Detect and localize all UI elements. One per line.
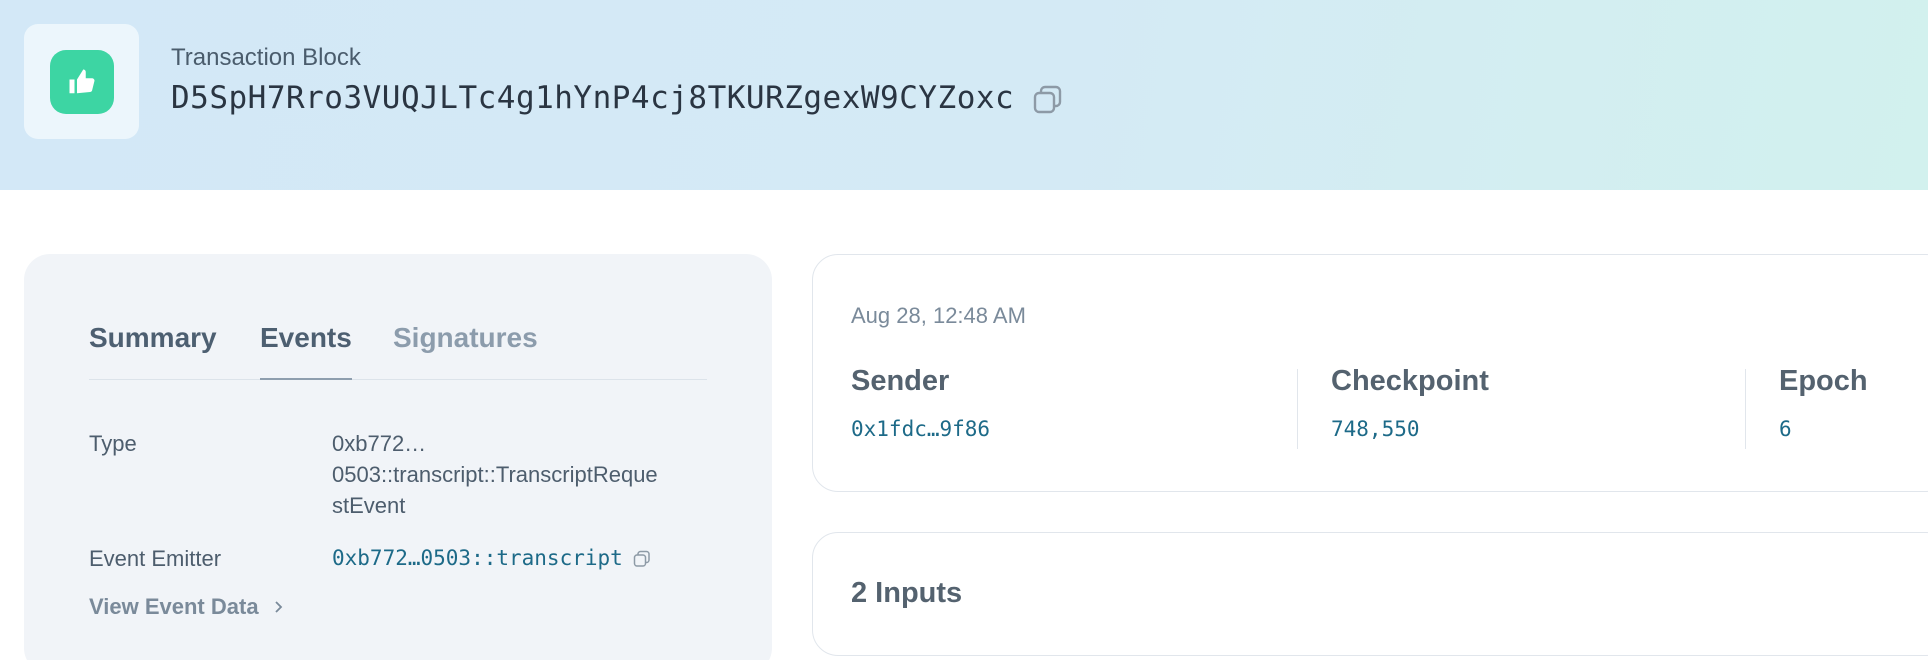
sender-link[interactable]: 0x1fdc…9f86 bbox=[851, 417, 990, 441]
sender-label: Sender bbox=[851, 365, 950, 397]
view-event-data-label: View Event Data bbox=[89, 594, 259, 619]
thumbs-up-icon bbox=[69, 69, 95, 94]
status-success-badge bbox=[50, 50, 114, 114]
divider bbox=[1745, 369, 1746, 449]
events-panel: Summary Events Signatures Type 0xb772… 0… bbox=[24, 254, 772, 660]
chevron-right-icon bbox=[274, 601, 282, 613]
tab-bar: Summary Events Signatures bbox=[89, 316, 707, 380]
event-type-value: 0xb772… 0503::transcript::TranscriptRequ… bbox=[332, 428, 732, 521]
page-header: Transaction Block D5SpH7Rro3VUQJLTc4g1hY… bbox=[0, 0, 1928, 190]
copy-icon[interactable] bbox=[1032, 84, 1064, 116]
timestamp: Aug 28, 12:48 AM bbox=[851, 303, 1026, 328]
event-type-label: Type bbox=[89, 431, 137, 456]
transaction-info-card: Aug 28, 12:48 AM Sender 0x1fdc…9f86 Chec… bbox=[812, 254, 1928, 492]
divider bbox=[1297, 369, 1298, 449]
tab-summary[interactable]: Summary bbox=[89, 316, 217, 380]
inputs-title: 2 Inputs bbox=[851, 577, 963, 609]
event-emitter-row: 0xb772…0503::transcript bbox=[332, 543, 732, 574]
tab-signatures[interactable]: Signatures bbox=[393, 316, 538, 380]
checkpoint-link[interactable]: 748,550 bbox=[1331, 417, 1420, 441]
event-type-line-3: stEvent bbox=[332, 493, 406, 518]
epoch-link[interactable]: 6 bbox=[1779, 417, 1792, 441]
event-emitter-label: Event Emitter bbox=[89, 546, 222, 571]
view-event-data-link[interactable]: View Event Data bbox=[89, 594, 283, 620]
copy-icon[interactable] bbox=[633, 550, 651, 568]
tab-events[interactable]: Events bbox=[260, 316, 352, 380]
checkpoint-label: Checkpoint bbox=[1331, 365, 1489, 397]
epoch-label: Epoch bbox=[1779, 365, 1868, 397]
status-tile bbox=[24, 24, 139, 139]
tx-label: Transaction Block bbox=[171, 44, 361, 71]
tx-id: D5SpH7Rro3VUQJLTc4g1hYnP4cj8TKURZgexW9CY… bbox=[171, 80, 1015, 116]
event-type-line-1: 0xb772… bbox=[332, 431, 427, 456]
inputs-card[interactable]: 2 Inputs bbox=[812, 532, 1928, 656]
event-type-line-2: 0503::transcript::TranscriptReque bbox=[332, 462, 658, 487]
event-emitter-link[interactable]: 0xb772…0503::transcript bbox=[332, 543, 623, 574]
